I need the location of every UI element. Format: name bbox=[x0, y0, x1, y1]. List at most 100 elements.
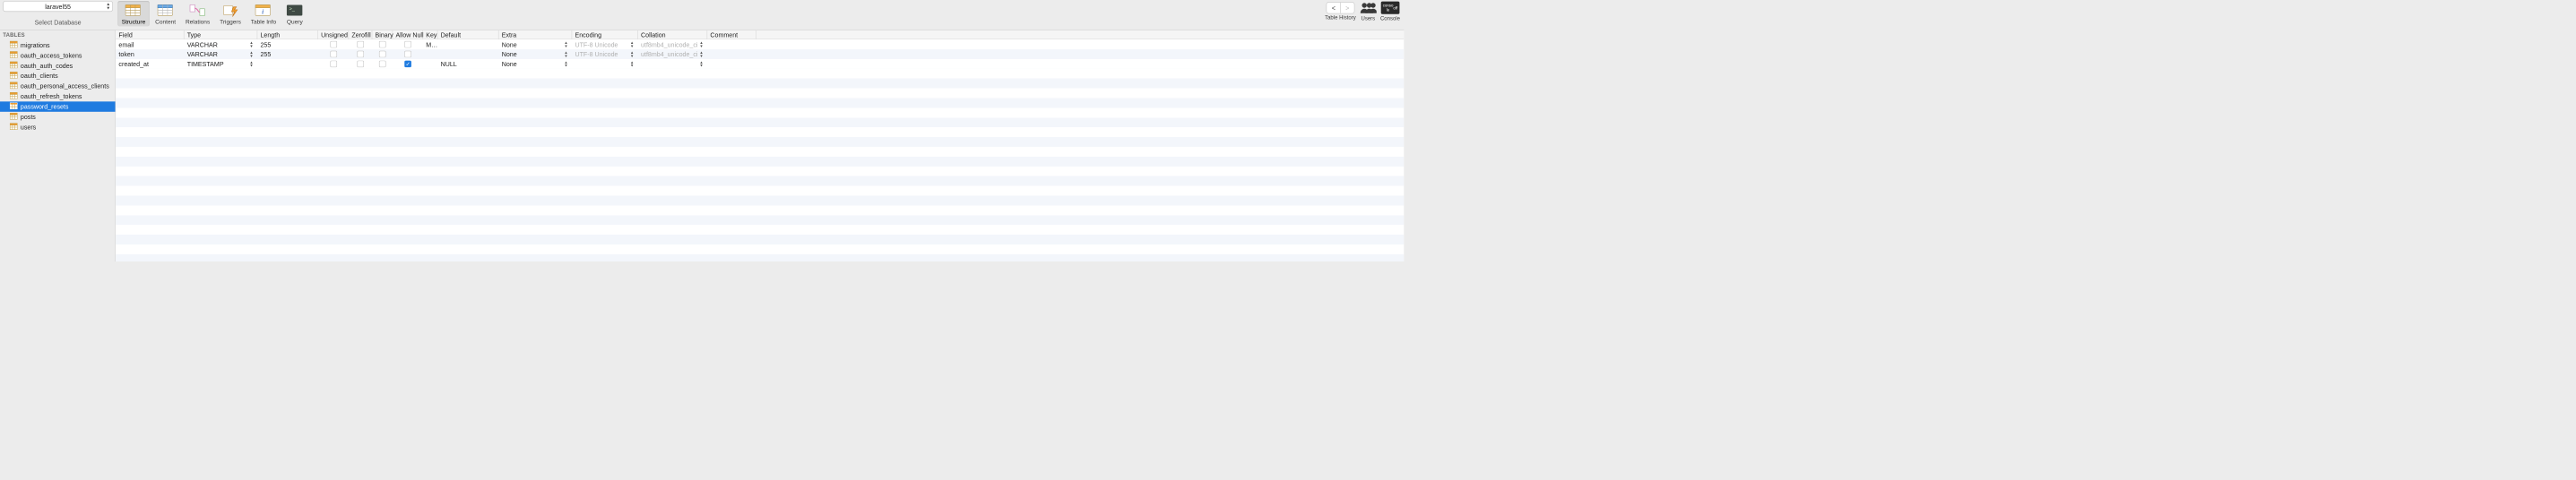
cell-binary[interactable] bbox=[372, 51, 393, 58]
cell-field[interactable]: email bbox=[116, 41, 184, 48]
cell-zerofill[interactable] bbox=[349, 41, 372, 48]
column-header[interactable]: Default bbox=[437, 30, 498, 39]
cell-field[interactable]: created_at bbox=[116, 60, 184, 67]
column-header[interactable]: Type bbox=[184, 30, 257, 39]
users-button[interactable]: Users bbox=[1359, 1, 1378, 21]
sidebar-item-posts[interactable]: posts bbox=[0, 112, 116, 122]
cell-length[interactable]: 255 bbox=[257, 50, 318, 57]
stepper-icon[interactable]: ▴▾ bbox=[565, 51, 569, 58]
cell-extra[interactable]: None▴▾ bbox=[498, 60, 572, 67]
tool-relations[interactable]: Relations bbox=[182, 1, 214, 26]
column-header[interactable]: Comment bbox=[707, 30, 756, 39]
cell-extra[interactable]: None▴▾ bbox=[498, 41, 572, 48]
tool-content[interactable]: Content bbox=[151, 1, 180, 26]
cell-type[interactable]: VARCHAR▴▾ bbox=[184, 41, 257, 48]
history-forward-button[interactable]: > bbox=[1340, 3, 1353, 13]
tool-label: Query bbox=[287, 19, 303, 26]
cell-encoding[interactable]: UTF-8 Unicode▴▾ bbox=[572, 41, 638, 48]
cell-collation[interactable]: utf8mb4_unicode_ci▴▾ bbox=[638, 50, 707, 57]
cell-collation[interactable]: ▴▾ bbox=[638, 61, 707, 68]
cell-collation[interactable]: utf8mb4_unicode_ci▴▾ bbox=[638, 41, 707, 48]
sidebar-item-migrations[interactable]: migrations bbox=[0, 40, 116, 50]
sidebar-item-password_resets[interactable]: password_resets bbox=[0, 101, 116, 111]
column-header[interactable]: Key bbox=[423, 30, 437, 39]
checkbox[interactable] bbox=[379, 41, 386, 48]
stepper-icon[interactable]: ▴▾ bbox=[700, 61, 705, 68]
cell-key[interactable]: M… bbox=[423, 41, 437, 48]
checkbox[interactable] bbox=[379, 51, 386, 58]
toolbar: laravel55 ▴▾ Select Database StructureCo… bbox=[0, 0, 1404, 30]
cell-type[interactable]: VARCHAR▴▾ bbox=[184, 50, 257, 57]
checkbox[interactable] bbox=[379, 61, 386, 68]
column-header[interactable]: Length bbox=[257, 30, 318, 39]
column-header[interactable]: Binary bbox=[372, 30, 393, 39]
cell-binary[interactable] bbox=[372, 61, 393, 68]
column-header[interactable]: Extra bbox=[498, 30, 572, 39]
cell-encoding[interactable]: UTF-8 Unicode▴▾ bbox=[572, 50, 638, 57]
cell-default[interactable]: NULL bbox=[437, 60, 498, 67]
checkbox[interactable] bbox=[404, 51, 411, 58]
column-header[interactable]: Allow Null bbox=[393, 30, 423, 39]
cell-allow-null[interactable] bbox=[393, 51, 423, 58]
sidebar-item-label: oauth_clients bbox=[21, 73, 58, 80]
sidebar-item-oauth_auth_codes[interactable]: oauth_auth_codes bbox=[0, 61, 116, 71]
sidebar-item-label: oauth_auth_codes bbox=[21, 62, 73, 69]
cell-unsigned[interactable] bbox=[318, 41, 349, 48]
table-icon bbox=[10, 113, 18, 121]
history-back-button[interactable]: < bbox=[1327, 3, 1340, 13]
checkbox[interactable] bbox=[330, 51, 337, 58]
tool-triggers[interactable]: Triggers bbox=[216, 1, 245, 26]
sidebar-item-oauth_clients[interactable]: oauth_clients bbox=[0, 71, 116, 81]
stepper-icon[interactable]: ▴▾ bbox=[565, 41, 569, 48]
tool-query[interactable]: >_Query bbox=[282, 1, 307, 26]
cell-zerofill[interactable] bbox=[349, 51, 372, 58]
stepper-icon[interactable]: ▴▾ bbox=[250, 41, 255, 48]
database-select[interactable]: laravel55 ▴▾ bbox=[3, 1, 113, 12]
cell-binary[interactable] bbox=[372, 41, 393, 48]
cell-unsigned[interactable] bbox=[318, 61, 349, 68]
sidebar-item-oauth_personal_access_clients[interactable]: oauth_personal_access_clients bbox=[0, 81, 116, 90]
cell-allow-null[interactable] bbox=[393, 41, 423, 48]
sidebar-item-users[interactable]: users bbox=[0, 122, 116, 132]
cell-zerofill[interactable] bbox=[349, 61, 372, 68]
table-row[interactable]: created_atTIMESTAMP▴▾✓NULLNone▴▾▴▾▴▾ bbox=[116, 59, 1404, 69]
tool-label: Table Info bbox=[251, 19, 276, 26]
stepper-icon[interactable]: ▴▾ bbox=[631, 41, 635, 48]
cell-allow-null[interactable]: ✓ bbox=[393, 61, 423, 68]
stepper-icon[interactable]: ▴▾ bbox=[631, 51, 635, 58]
column-header[interactable]: Zerofill bbox=[349, 30, 372, 39]
column-header[interactable]: Collation bbox=[638, 30, 707, 39]
stepper-icon[interactable]: ▴▾ bbox=[700, 51, 705, 58]
checkbox[interactable] bbox=[330, 41, 337, 48]
console-button[interactable]: console off Console bbox=[1380, 1, 1400, 21]
tool-tableinfo[interactable]: iTable Info bbox=[246, 1, 280, 26]
stepper-icon[interactable]: ▴▾ bbox=[250, 51, 255, 58]
table-row[interactable]: tokenVARCHAR▴▾255 None▴▾UTF-8 Unicode▴▾ut… bbox=[116, 49, 1404, 59]
sidebar-item-oauth_refresh_tokens[interactable]: oauth_refresh_tokens bbox=[0, 91, 116, 101]
stepper-icon[interactable]: ▴▾ bbox=[631, 61, 635, 68]
table-history[interactable]: < > Table History bbox=[1325, 1, 1356, 21]
column-header[interactable]: Field bbox=[116, 30, 184, 39]
sidebar-item-oauth_access_tokens[interactable]: oauth_access_tokens bbox=[0, 50, 116, 60]
stepper-icon[interactable]: ▴▾ bbox=[565, 61, 569, 68]
checkbox[interactable]: ✓ bbox=[404, 61, 411, 68]
column-header[interactable]: Unsigned bbox=[318, 30, 349, 39]
stepper-icon[interactable]: ▴▾ bbox=[250, 61, 255, 68]
checkbox[interactable] bbox=[357, 41, 364, 48]
grid-empty bbox=[116, 69, 1404, 261]
cell-encoding[interactable]: ▴▾ bbox=[572, 61, 638, 68]
stepper-icon[interactable]: ▴▾ bbox=[700, 41, 705, 48]
checkbox[interactable] bbox=[357, 51, 364, 58]
cell-unsigned[interactable] bbox=[318, 51, 349, 58]
checkbox[interactable] bbox=[330, 61, 337, 68]
cell-field[interactable]: token bbox=[116, 50, 184, 57]
content-icon bbox=[157, 3, 175, 17]
tool-structure[interactable]: Structure bbox=[117, 1, 149, 26]
checkbox[interactable] bbox=[357, 61, 364, 68]
table-row[interactable]: emailVARCHAR▴▾255 M… None▴▾UTF-8 Unicode▴▾… bbox=[116, 39, 1404, 49]
checkbox[interactable] bbox=[404, 41, 411, 48]
cell-extra[interactable]: None▴▾ bbox=[498, 50, 572, 57]
column-header[interactable]: Encoding bbox=[572, 30, 638, 39]
cell-length[interactable]: 255 bbox=[257, 41, 318, 48]
cell-type[interactable]: TIMESTAMP▴▾ bbox=[184, 60, 257, 67]
